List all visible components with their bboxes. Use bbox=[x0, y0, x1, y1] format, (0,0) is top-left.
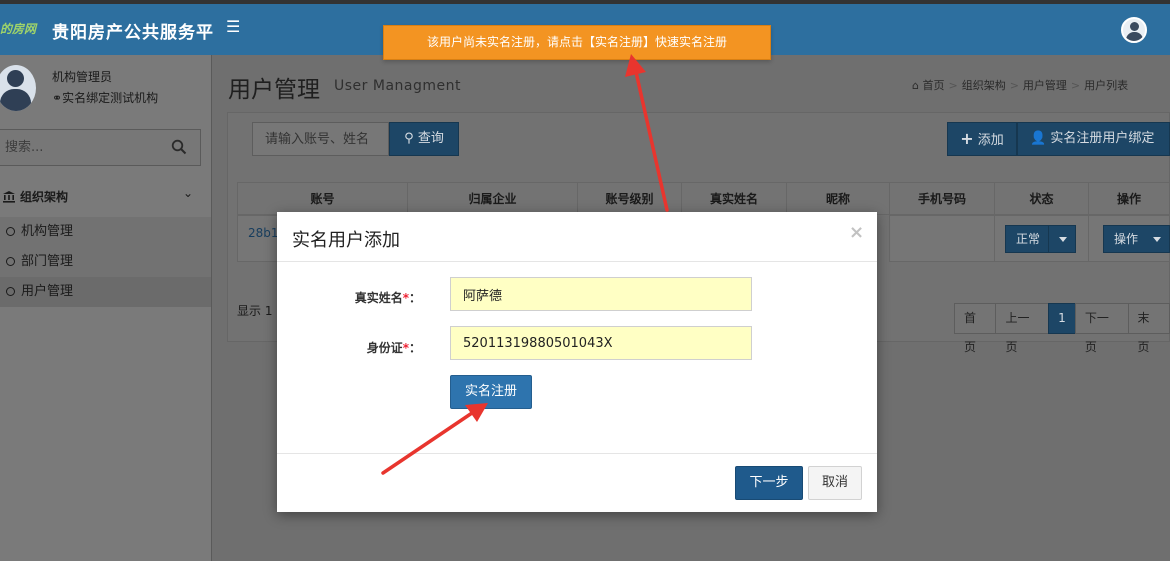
cancel-button[interactable]: 取消 bbox=[808, 466, 862, 500]
add-button[interactable]: + 添加 bbox=[947, 122, 1017, 156]
col-header-realname: 真实姓名 bbox=[681, 182, 787, 215]
sidebar-item-user-manage[interactable]: 用户管理 bbox=[0, 277, 211, 307]
page-first[interactable]: 首页 bbox=[954, 303, 997, 354]
hamburger-icon[interactable]: ☰ bbox=[226, 17, 240, 36]
profile-org-label: 实名绑定测试机构 bbox=[62, 91, 159, 105]
logo: 的房网 bbox=[0, 22, 37, 36]
action-label: 操作 bbox=[1114, 232, 1139, 246]
sidebar-search-input[interactable] bbox=[5, 130, 165, 165]
page-last[interactable]: 末页 bbox=[1127, 303, 1170, 354]
breadcrumb-org[interactable]: 组织架构 bbox=[962, 79, 1006, 92]
nav-group-org[interactable]: 组织架构 ⌄ bbox=[0, 183, 211, 217]
id-label: 身份证*： bbox=[277, 339, 421, 356]
status-dropdown[interactable]: 正常 bbox=[1005, 225, 1076, 253]
query-label: 查询 bbox=[417, 131, 444, 146]
bind-realname-user-button[interactable]: 👤 实名注册用户绑定 bbox=[1017, 122, 1170, 156]
col-header-phone: 手机号码 bbox=[889, 182, 995, 215]
page-prev[interactable]: 上一页 bbox=[995, 303, 1050, 354]
search-icon[interactable] bbox=[171, 139, 187, 155]
bind-label: 实名注册用户绑定 bbox=[1050, 131, 1155, 146]
keyword-input[interactable] bbox=[252, 122, 389, 156]
user-icon: 👤 bbox=[1030, 131, 1047, 146]
realname-add-modal: 实名用户添加 × 真实姓名*： 身份证*： 实名注册 下一步 取消 bbox=[277, 212, 877, 512]
sidebar-item-dept-manage[interactable]: 部门管理 bbox=[0, 247, 211, 277]
account-link[interactable]: 28b1 bbox=[248, 226, 279, 240]
id-number-input[interactable] bbox=[450, 326, 752, 360]
name-label-text: 真实姓名 bbox=[354, 291, 403, 305]
query-button[interactable]: ⚲ 查询 bbox=[389, 122, 459, 156]
sidebar-item-label: 部门管理 bbox=[21, 254, 74, 269]
add-label: 添加 bbox=[977, 133, 1004, 148]
modal-footer: 下一步 取消 bbox=[277, 453, 877, 512]
sidebar-item-org-manage[interactable]: 机构管理 bbox=[0, 217, 211, 247]
user-avatar-icon[interactable] bbox=[1121, 17, 1147, 43]
breadcrumb: ⌂ 首页 > 组织架构 > 用户管理 > 用户列表 bbox=[912, 79, 1129, 92]
page-subtitle: User Managment bbox=[334, 78, 461, 94]
profile-role: 机构管理员 bbox=[52, 70, 113, 84]
breadcrumb-home[interactable]: 首页 bbox=[922, 79, 944, 92]
sitemap-icon: ⚭ bbox=[52, 91, 63, 105]
col-header-company: 归属企业 bbox=[407, 182, 578, 215]
circle-icon bbox=[6, 227, 15, 236]
chevron-down-icon: ⌄ bbox=[183, 186, 194, 200]
app-title: 贵阳房产公共服务平 bbox=[52, 23, 214, 43]
action-dropdown[interactable]: 操作 bbox=[1103, 225, 1170, 253]
col-header-level: 账号级别 bbox=[577, 182, 682, 215]
status-label: 正常 bbox=[1016, 232, 1041, 246]
sidebar-item-label: 机构管理 bbox=[21, 224, 74, 239]
name-label: 真实姓名*： bbox=[277, 289, 421, 306]
sidebar-item-label: 用户管理 bbox=[21, 284, 74, 299]
profile-avatar bbox=[0, 65, 36, 111]
table-cell bbox=[889, 215, 995, 262]
modal-header: 实名用户添加 × bbox=[277, 212, 877, 262]
label-colon: ： bbox=[408, 341, 421, 355]
page-title: 用户管理 bbox=[228, 77, 320, 103]
sidebar: 机构管理员 ⚭实名绑定测试机构 组织架构 ⌄ 机构管理 部门管理 用户管理 bbox=[0, 55, 212, 561]
pagination: 首页 上一页 1 下一页 末页 bbox=[954, 303, 1170, 354]
close-icon[interactable]: × bbox=[849, 222, 864, 243]
col-header-account: 账号 bbox=[237, 182, 408, 215]
search-icon: ⚲ bbox=[404, 131, 414, 146]
circle-icon bbox=[6, 287, 15, 296]
showing-count: 显示 1 ≡ bbox=[237, 304, 277, 318]
bank-icon bbox=[3, 191, 15, 203]
sub-nav: 机构管理 部门管理 用户管理 bbox=[0, 217, 211, 307]
plus-icon: + bbox=[960, 129, 974, 148]
profile-org: ⚭实名绑定测试机构 bbox=[52, 89, 158, 106]
breadcrumb-user-manage[interactable]: 用户管理 bbox=[1023, 79, 1067, 92]
label-colon: ： bbox=[408, 291, 421, 305]
toast-message: 该用户尚未实名注册，请点击【实名注册】快速实名注册 bbox=[383, 25, 771, 60]
modal-title: 实名用户添加 bbox=[292, 230, 400, 251]
home-icon: ⌂ bbox=[912, 79, 919, 92]
col-header-action: 操作 bbox=[1088, 182, 1170, 215]
col-header-nickname: 昵称 bbox=[786, 182, 890, 215]
caret-down-icon bbox=[1059, 237, 1067, 242]
breadcrumb-user-list: 用户列表 bbox=[1084, 79, 1129, 92]
circle-icon bbox=[6, 257, 15, 266]
col-header-status: 状态 bbox=[994, 182, 1089, 215]
next-step-button[interactable]: 下一步 bbox=[735, 466, 803, 500]
realname-register-button[interactable]: 实名注册 bbox=[450, 375, 532, 409]
nav-group-label: 组织架构 bbox=[20, 190, 69, 204]
realname-input[interactable] bbox=[450, 277, 752, 311]
page-current[interactable]: 1 bbox=[1048, 303, 1076, 334]
sidebar-search bbox=[0, 129, 201, 166]
caret-down-icon bbox=[1153, 237, 1161, 242]
page-next[interactable]: 下一页 bbox=[1074, 303, 1129, 354]
id-label-text: 身份证 bbox=[366, 341, 403, 355]
